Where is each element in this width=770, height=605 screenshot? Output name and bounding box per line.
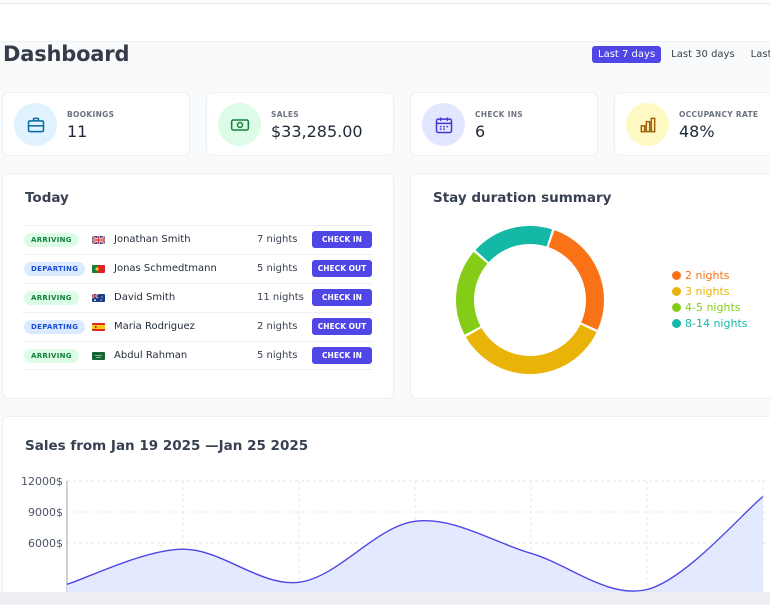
stay-nights: 11 nights [257,292,304,303]
y-tick-label: 9000$ [28,506,63,519]
status-badge: ARRIVING [24,291,79,305]
stay-nights: 7 nights [257,234,298,245]
flag-au-icon [92,294,105,302]
check-in-button[interactable]: CHECK IN [312,231,372,248]
banknote-icon [218,103,261,146]
stay-duration-legend: 2 nights 3 nights 4-5 nights 8-14 nights [672,267,748,331]
legend-label: 3 nights [685,284,730,298]
legend-label: 2 nights [685,268,730,282]
horizontal-scrollbar[interactable] [0,592,770,605]
stat-label: OCCUPANCY RATE [679,110,759,119]
check-in-button[interactable]: CHECK IN [312,347,372,364]
donut-slice-3-nights [465,324,597,374]
flag-es-icon [92,323,105,331]
flag-gb-icon [92,236,105,244]
legend-label: 4-5 nights [685,300,741,314]
guest-name: Jonathan Smith [114,234,191,245]
stat-value: $33,285.00 [271,122,363,141]
list-item: DEPARTING Jonas Schmedtmann 5 nights CHE… [22,254,373,283]
range-last-7-days[interactable]: Last 7 days [592,46,662,63]
legend-swatch [672,302,681,312]
stay-nights: 5 nights [257,263,298,274]
check-out-button[interactable]: CHECK OUT [312,318,372,335]
y-tick-label: 6000$ [28,537,63,550]
list-item: ARRIVING Jonathan Smith 7 nights CHECK I… [22,225,373,254]
sales-title: Sales from Jan 19 2025 —Jan 25 2025 [25,438,309,454]
sales-area-chart: 12000$ 9000$ 6000$ [21,475,770,595]
stat-label: CHECK INS [475,110,524,119]
stay-duration-title: Stay duration summary [433,190,612,206]
donut-slice-8-14-nights [475,226,553,263]
guest-name: Maria Rodriguez [114,321,195,332]
status-badge: ARRIVING [24,233,79,247]
stat-label: SALES [271,110,300,119]
check-in-button[interactable]: CHECK IN [312,289,372,306]
legend-item: 8-14 nights [672,315,748,331]
legend-swatch [672,286,681,296]
legend-swatch [672,270,681,280]
list-item: DEPARTING Maria Rodriguez 2 nights CHECK… [22,312,373,341]
stay-duration-donut-chart [456,226,604,374]
legend-label: 8-14 nights [685,316,748,330]
status-badge: ARRIVING [24,349,79,363]
range-last-90-days[interactable]: Last 90 [745,46,770,63]
legend-item: 4-5 nights [672,299,748,315]
guest-name: Abdul Rahman [114,350,188,361]
stat-card-occupancy: OCCUPANCY RATE 48% [614,92,770,156]
guest-name: David Smith [114,292,176,303]
stat-value: 48% [679,122,715,141]
stat-value: 11 [67,122,88,141]
page-title: Dashboard [3,42,130,66]
legend-item: 3 nights [672,283,748,299]
status-badge: DEPARTING [24,320,86,334]
donut-slice-4-5-nights [456,251,488,335]
legend-item: 2 nights [672,267,748,283]
header-band [0,4,770,42]
donut-slice-2-nights [548,230,604,330]
stay-nights: 2 nights [257,321,298,332]
today-list: ARRIVING Jonathan Smith 7 nights CHECK I… [22,225,373,370]
legend-swatch [672,318,681,328]
list-item: ARRIVING David Smith 11 nights CHECK IN [22,283,373,312]
check-out-button[interactable]: CHECK OUT [312,260,372,277]
today-title: Today [25,190,69,206]
stat-value: 6 [475,122,486,141]
y-tick-label: 12000$ [21,475,63,488]
flag-pt-icon [92,265,105,273]
stat-card-sales: SALES $33,285.00 [206,92,394,156]
guest-name: Jonas Schmedtmann [114,263,217,274]
bar-chart-icon [626,103,669,146]
stat-card-check-ins: CHECK INS 6 [410,92,598,156]
stat-label: BOOKINGS [67,110,115,119]
date-range-filter: Last 7 days Last 30 days Last 90 [592,46,770,63]
flag-sa-icon [92,352,105,360]
briefcase-icon [14,103,57,146]
list-item: ARRIVING Abdul Rahman 5 nights CHECK IN [22,341,373,370]
stay-nights: 5 nights [257,350,298,361]
range-last-30-days[interactable]: Last 30 days [665,46,741,63]
status-badge: DEPARTING [24,262,86,276]
calendar-icon [422,103,465,146]
stat-card-bookings: BOOKINGS 11 [2,92,190,156]
